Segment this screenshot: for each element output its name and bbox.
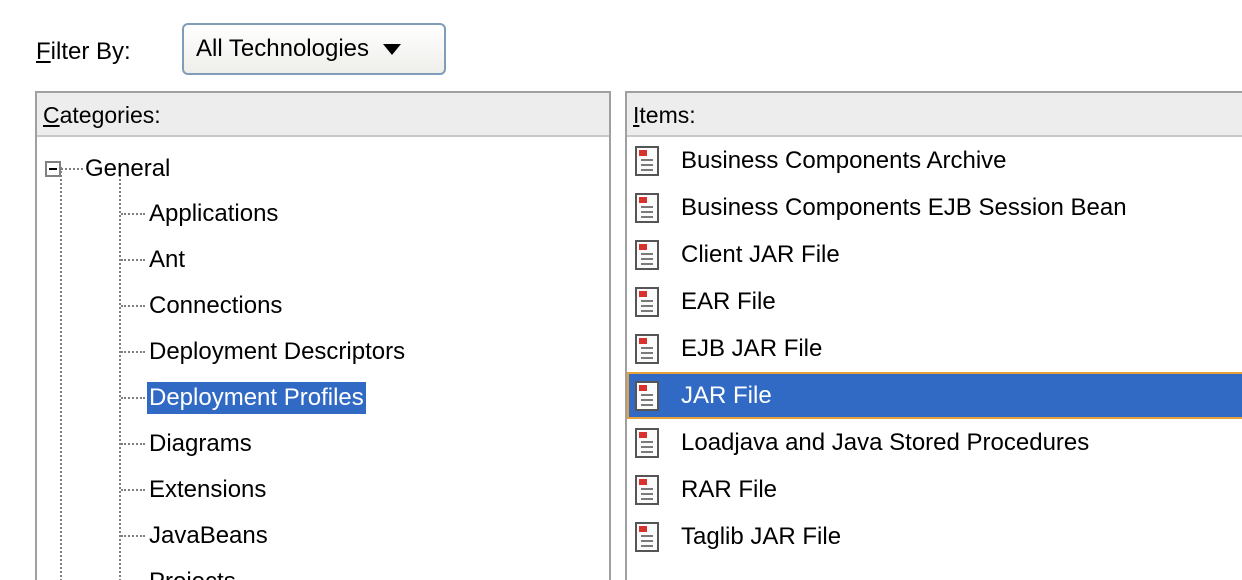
tree-item-label: Applications <box>149 200 279 227</box>
tree-item-label: Deployment Descriptors <box>149 338 406 365</box>
tree-item[interactable]: Applications <box>121 191 407 237</box>
collapse-icon[interactable] <box>45 161 61 177</box>
tree-guide-line <box>60 167 62 580</box>
tree-item[interactable]: Diagrams <box>121 421 407 467</box>
tree-item-label: Extensions <box>149 476 267 503</box>
list-item[interactable]: RAR File <box>627 466 1242 513</box>
list-item-label: Taglib JAR File <box>681 522 842 550</box>
list-item[interactable]: Taglib JAR File <box>627 513 1242 560</box>
categories-header-mnemonic: C <box>43 102 60 128</box>
tree-connector <box>121 259 145 261</box>
categories-header: Categories: <box>37 93 609 137</box>
tree-item-label: Connections <box>149 292 283 319</box>
tree-item-label: Diagrams <box>149 430 252 457</box>
list-item-label: EAR File <box>681 287 776 315</box>
list-item-label: Client JAR File <box>681 240 840 268</box>
document-icon <box>635 239 659 270</box>
tree-item[interactable]: Extensions <box>121 467 407 513</box>
document-icon <box>635 192 659 223</box>
list-item[interactable]: EAR File <box>627 278 1242 325</box>
tree-connector <box>121 443 145 445</box>
items-panel: Items: Business Components Archive Busine… <box>625 91 1242 580</box>
tree-connector <box>121 397 145 399</box>
tree-item[interactable]: Deployment Descriptors <box>121 329 407 375</box>
list-item[interactable]: Business Components Archive <box>627 137 1242 184</box>
document-icon <box>635 333 659 364</box>
items-header: Items: <box>627 93 1242 137</box>
tree-connector <box>61 168 83 170</box>
document-icon <box>635 145 659 176</box>
list-item-label: Business Components EJB Session Bean <box>681 193 1127 221</box>
list-item-label: Business Components Archive <box>681 146 1007 174</box>
chevron-down-icon[interactable] <box>383 43 402 55</box>
filter-label-mnemonic: F <box>36 38 51 65</box>
tree-item-label: Ant <box>149 246 186 273</box>
document-icon <box>635 474 659 505</box>
list-item-label: Loadjava and Java Stored Procedures <box>681 428 1090 456</box>
tree-connector <box>121 535 145 537</box>
categories-header-text: ategories: <box>59 102 161 128</box>
tree-item[interactable]: Deployment Profiles <box>121 375 407 421</box>
tree-item[interactable]: Projects <box>121 559 407 580</box>
filter-by-label: Filter By: <box>36 38 131 66</box>
list-item[interactable]: Business Components EJB Session Bean <box>627 184 1242 231</box>
tree-item-label: Projects <box>147 566 238 580</box>
tree-item[interactable]: Ant <box>121 237 407 283</box>
tree-connector <box>121 351 145 353</box>
tree-item[interactable]: JavaBeans <box>121 513 407 559</box>
list-item[interactable]: Client JAR File <box>627 231 1242 278</box>
filter-by-dropdown[interactable]: All Technologies <box>182 23 446 75</box>
document-icon <box>635 380 659 411</box>
new-gallery-dialog: Filter By: All Technologies Categories: … <box>0 0 1242 580</box>
filter-label-text: ilter By: <box>50 38 131 65</box>
document-icon <box>635 427 659 458</box>
categories-panel: Categories: General Applications Ant Conne… <box>35 91 611 580</box>
tree-node-label: General <box>85 155 171 182</box>
list-item[interactable]: EJB JAR File <box>627 325 1242 372</box>
list-item-label: EJB JAR File <box>681 334 823 362</box>
items-list: Business Components Archive Business Comp… <box>627 137 1242 560</box>
document-icon <box>635 521 659 552</box>
list-item-label: RAR File <box>681 475 778 503</box>
tree-item-label: JavaBeans <box>149 522 268 549</box>
tree-node-general[interactable]: General <box>45 147 170 191</box>
filter-selected-value: All Technologies <box>196 35 370 62</box>
items-header-text: tems: <box>639 102 696 128</box>
list-item[interactable]: Loadjava and Java Stored Procedures <box>627 419 1242 466</box>
tree-item[interactable]: Connections <box>121 283 407 329</box>
list-item-label: JAR File <box>681 381 772 409</box>
tree-connector <box>121 305 145 307</box>
tree-connector <box>121 213 145 215</box>
tree-children: Applications Ant Connections Deployment Des… <box>121 191 407 580</box>
document-icon <box>635 286 659 317</box>
tree-item-label: Deployment Profiles <box>147 382 366 414</box>
list-item[interactable]: JAR File <box>627 372 1242 419</box>
tree-connector <box>121 489 145 491</box>
